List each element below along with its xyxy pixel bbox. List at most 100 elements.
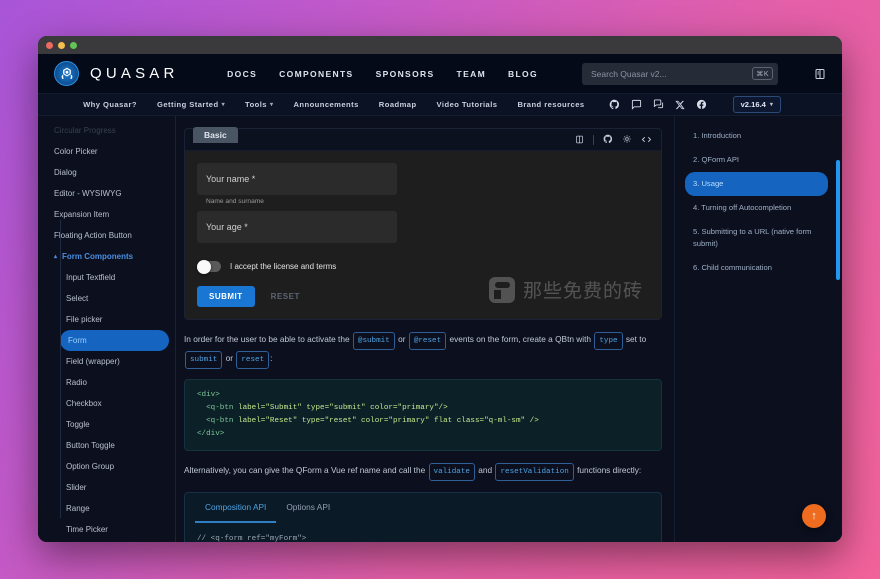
subnav-label: Announcements [293,100,358,109]
chat-icon[interactable] [631,99,642,110]
sidebar-item-field-wrapper[interactable]: Field (wrapper) [38,351,175,372]
demo-tab-basic[interactable]: Basic [193,127,238,143]
subnav-label: Roadmap [379,100,417,109]
sidebar-item-dialog[interactable]: Dialog [38,162,175,183]
quasar-logo-icon [54,61,79,86]
name-field-hint: Name and surname [197,195,649,205]
version-label: v2.16.4 [741,100,766,109]
secondary-nav: Why Quasar? Getting Started▾ Tools▾ Anno… [38,94,842,116]
nav-components[interactable]: COMPONENTS [279,69,353,79]
sidebar: Circular Progress Color Picker Dialog Ed… [38,116,176,542]
code-line-2-attrs: label="Submit" type="submit" color="prim… [238,404,448,412]
paragraph-vue-ref: Alternatively, you can give the QForm a … [184,462,662,481]
sidebar-item-time-picker[interactable]: Time Picker [38,519,175,540]
chip-reset-event[interactable]: @reset [409,332,446,350]
window-titlebar [38,36,842,54]
age-field[interactable]: Your age * [197,211,397,243]
nav-blog[interactable]: BLOG [508,69,538,79]
window-maximize-button[interactable] [70,42,77,49]
chip-reset-validation[interactable]: resetValidation [495,463,573,481]
demo-toolbar [575,131,652,149]
sidebar-item-range[interactable]: Range [38,498,175,519]
page-scrollbar[interactable] [836,160,840,280]
brand[interactable]: QUASAR [54,61,179,86]
code-line-4: </div> [197,430,224,438]
github-icon[interactable] [609,99,620,110]
sidebar-item-file-picker[interactable]: File picker [38,309,175,330]
theme-toggle-icon[interactable] [814,68,826,80]
sidebar-item-floating-action-button[interactable]: Floating Action Button [38,225,175,246]
sidebar-item-slider[interactable]: Slider [38,477,175,498]
settings-icon[interactable] [622,131,632,149]
x-twitter-icon[interactable] [675,100,685,110]
age-field-label: Your age * [206,222,248,232]
subnav-tools[interactable]: Tools▾ [245,100,273,109]
chip-reset[interactable]: reset [236,351,269,369]
chip-submit-event[interactable]: @submit [353,332,395,350]
submit-button[interactable]: SUBMIT [197,286,255,307]
subnav-announcements[interactable]: Announcements [293,100,358,109]
chip-validate[interactable]: validate [429,463,475,481]
name-field[interactable]: Your name * [197,163,397,195]
sidebar-item-checkbox[interactable]: Checkbox [38,393,175,414]
toc-item-turning-off-autocompletion[interactable]: 4. Turning off Autocompletion [685,196,828,220]
tab-options-api[interactable]: Options API [276,493,340,523]
window-close-button[interactable] [46,42,53,49]
scroll-to-top-button[interactable]: ↑ [802,504,826,528]
subnav-why-quasar[interactable]: Why Quasar? [83,100,137,109]
subnav-getting-started[interactable]: Getting Started▾ [157,100,225,109]
sidebar-item-form[interactable]: Form [60,330,169,351]
sidebar-item-circular-progress[interactable]: Circular Progress [38,120,175,141]
chevron-down-icon: ▾ [770,101,773,108]
toc-item-qform-api[interactable]: 2. QForm API [685,148,828,172]
chevron-down-icon: ▾ [222,101,225,108]
subnav-video-tutorials[interactable]: Video Tutorials [437,100,498,109]
sidebar-group-line [60,220,61,518]
para-text: events on the form, create a QBtn with [449,334,591,344]
version-selector[interactable]: v2.16.4 ▾ [733,96,781,113]
toc-item-introduction[interactable]: 1. Introduction [685,124,828,148]
chip-type[interactable]: type [594,332,622,350]
subnav-brand-resources[interactable]: Brand resources [517,100,584,109]
demo-card: Basic [184,128,662,320]
nav-sponsors[interactable]: SPONSORS [376,69,435,79]
forum-icon[interactable] [653,99,664,110]
search-input[interactable]: Search Quasar v2... ⌘K [582,63,778,85]
github-icon[interactable] [603,131,613,149]
subnav-roadmap[interactable]: Roadmap [379,100,417,109]
subnav-label: Getting Started [157,100,219,109]
paragraph-submit-events: In order for the user to be able to acti… [184,331,662,369]
main-content: Basic [176,116,674,542]
sidebar-item-option-group[interactable]: Option Group [38,456,175,477]
sidebar-item-color-picker[interactable]: Color Picker [38,141,175,162]
name-field-label: Your name * [206,174,255,184]
nav-docs[interactable]: DOCS [227,69,257,79]
brand-name: QUASAR [90,65,179,82]
sidebar-group-form-components[interactable]: ▴ Form Components [38,246,175,267]
divider [593,135,594,145]
codepen-icon[interactable] [575,131,584,149]
code-brackets-icon[interactable] [641,131,652,149]
sidebar-item-toggle[interactable]: Toggle [38,414,175,435]
nav-team[interactable]: TEAM [457,69,486,79]
accept-terms-label: I accept the license and terms [230,262,336,271]
sidebar-item-date-picker[interactable]: Date Picker [38,540,175,542]
chip-submit[interactable]: submit [185,351,222,369]
toc-item-submitting-to-url[interactable]: 5. Submitting to a URL (native form subm… [685,220,828,256]
accept-terms-toggle[interactable] [197,261,221,272]
para-text: or [226,353,233,363]
search-shortcut-badge: ⌘K [752,67,773,80]
sidebar-item-button-toggle[interactable]: Button Toggle [38,435,175,456]
sidebar-item-select[interactable]: Select [38,288,175,309]
reset-button[interactable]: RESET [269,286,302,307]
toc-item-child-communication[interactable]: 6. Child communication [685,256,828,280]
sidebar-item-radio[interactable]: Radio [38,372,175,393]
sidebar-item-input-textfield[interactable]: Input Textfield [38,267,175,288]
tab-composition-api[interactable]: Composition API [195,493,276,523]
sidebar-item-expansion-item[interactable]: Expansion Item [38,204,175,225]
facebook-icon[interactable] [696,99,707,110]
window-minimize-button[interactable] [58,42,65,49]
sidebar-item-editor-wysiwyg[interactable]: Editor - WYSIWYG [38,183,175,204]
toc-item-usage[interactable]: 3. Usage [685,172,828,196]
code-line-3-tag: <q-btn [197,417,238,425]
